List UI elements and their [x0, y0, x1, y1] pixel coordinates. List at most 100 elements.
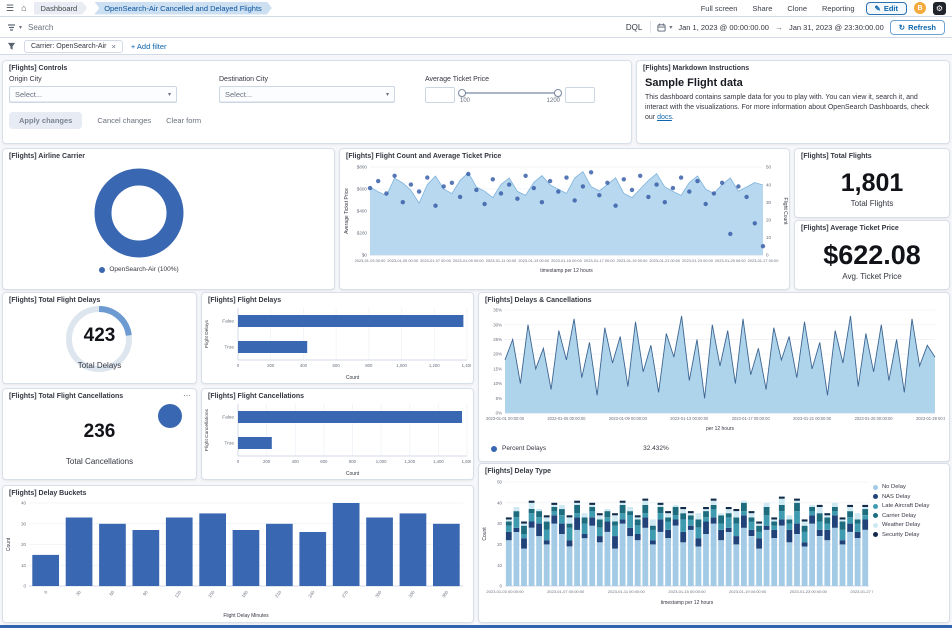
- svg-text:True: True: [224, 441, 234, 447]
- percent-delays-legend[interactable]: Percent Delays 32.432%: [479, 445, 949, 452]
- filter-icon[interactable]: [7, 42, 16, 51]
- svg-text:10: 10: [497, 563, 502, 568]
- home-icon[interactable]: ⌂: [21, 4, 26, 13]
- panel-title: [Flights] Flight Cancellations: [202, 389, 473, 401]
- edit-button[interactable]: ✎ Edit: [866, 2, 907, 15]
- svg-text:2023-01-03 00:00:00: 2023-01-03 00:00:00: [486, 589, 524, 594]
- apply-changes-button[interactable]: Apply changes: [9, 112, 82, 129]
- legend-item[interactable]: No Delay: [873, 484, 947, 490]
- svg-text:2023-01-17 00:00:00: 2023-01-17 00:00:00: [732, 416, 771, 421]
- chevron-down-icon: ▾: [19, 24, 22, 31]
- settings-icon[interactable]: ⚙: [933, 2, 946, 15]
- refresh-icon: ↻: [899, 23, 905, 32]
- query-language-button[interactable]: DQL: [626, 23, 642, 32]
- date-to[interactable]: Jan 31, 2023 @ 23:30:00.00: [789, 23, 884, 32]
- destination-city-select[interactable]: Select... ▾: [219, 86, 395, 103]
- legend-dot: [873, 494, 878, 499]
- search-input[interactable]: Search: [28, 23, 620, 32]
- price-min-input[interactable]: [425, 87, 455, 103]
- saved-query-icon[interactable]: ▾: [7, 23, 22, 32]
- legend-item[interactable]: NAS Delay: [873, 494, 947, 500]
- flight-delays-bar-chart[interactable]: 02004006008001,0001,2001,400FalseTrueCou…: [202, 305, 471, 381]
- svg-text:False: False: [222, 319, 234, 325]
- svg-text:330: 330: [407, 589, 416, 598]
- svg-text:2023-01-01 00:00:00: 2023-01-01 00:00:00: [486, 416, 525, 421]
- panel-menu-icon[interactable]: ⋯: [183, 391, 191, 400]
- svg-text:2023-01-03 00:00: 2023-01-03 00:00: [355, 258, 387, 263]
- slider-handle-max[interactable]: [554, 89, 562, 97]
- refresh-button[interactable]: ↻ Refresh: [890, 20, 945, 35]
- flight-cancellations-bar-chart[interactable]: 02004006008001,0001,2001,4001,600FalseTr…: [202, 401, 471, 477]
- svg-text:360: 360: [441, 589, 450, 598]
- svg-text:Flight Delays: Flight Delays: [204, 320, 210, 348]
- destination-city-label: Destination City: [219, 76, 395, 83]
- panel-title: [Flights] Delays & Cancellations: [479, 293, 949, 305]
- svg-text:30: 30: [497, 521, 502, 526]
- svg-text:300: 300: [374, 589, 383, 598]
- date-picker-button[interactable]: ▾: [657, 23, 672, 32]
- filter-bar: Carrier: OpenSearch-Air × + Add filter: [0, 38, 952, 55]
- svg-text:2023-01-23 00:00: 2023-01-23 00:00: [682, 258, 714, 263]
- panel-title: [Flights] Delay Buckets: [3, 486, 473, 498]
- add-filter-button[interactable]: + Add filter: [131, 42, 167, 51]
- full-screen-button[interactable]: Full screen: [701, 4, 738, 13]
- price-range-slider[interactable]: [460, 92, 560, 94]
- close-icon[interactable]: ×: [111, 42, 115, 51]
- clone-button[interactable]: Clone: [787, 4, 807, 13]
- date-from[interactable]: Jan 1, 2023 @ 00:00:00.00: [678, 23, 769, 32]
- price-max-input[interactable]: [565, 87, 595, 103]
- svg-text:2023-01-27 00:00: 2023-01-27 00:00: [748, 258, 780, 263]
- svg-text:30: 30: [766, 200, 772, 205]
- markdown-heading: Sample Flight data: [645, 77, 941, 89]
- clear-form-button[interactable]: Clear form: [166, 116, 201, 125]
- refresh-button-label: Refresh: [908, 23, 936, 32]
- flight-count-price-chart[interactable]: $0$200$400$600$800010203040502023-01-03 …: [340, 161, 789, 287]
- carrier-legend[interactable]: OpenSearch-Air (100%): [3, 266, 275, 273]
- svg-text:50: 50: [497, 480, 502, 485]
- svg-text:400: 400: [292, 459, 300, 464]
- legend-item[interactable]: Weather Delay: [873, 522, 947, 528]
- origin-city-value: Select...: [15, 90, 42, 99]
- total-flights-value: 1,801: [841, 171, 904, 196]
- docs-link[interactable]: docs: [657, 114, 672, 121]
- filter-chip-carrier[interactable]: Carrier: OpenSearch-Air ×: [24, 40, 123, 53]
- svg-text:10%: 10%: [493, 381, 502, 386]
- panel-total-flights: [Flights] Total Flights 1,801 Total Flig…: [794, 148, 950, 218]
- calendar-icon: [657, 23, 666, 32]
- legend-item[interactable]: Carrier Delay: [873, 513, 947, 519]
- chevron-down-icon: ▾: [386, 91, 389, 98]
- svg-text:2023-01-11 00:00: 2023-01-11 00:00: [486, 258, 517, 263]
- legend-label: Weather Delay: [882, 522, 920, 528]
- svg-text:Flight Count: Flight Count: [782, 198, 788, 226]
- svg-text:timestamp per 12 hours: timestamp per 12 hours: [540, 268, 593, 274]
- svg-text:False: False: [222, 415, 234, 421]
- delay-buckets-bar-chart[interactable]: 0102030400306090120150180210240270300330…: [3, 498, 471, 620]
- pencil-icon: ✎: [875, 4, 881, 13]
- avatar[interactable]: B: [914, 2, 926, 14]
- origin-city-label: Origin City: [9, 76, 177, 83]
- divider: [650, 21, 651, 33]
- reporting-button[interactable]: Reporting: [822, 4, 855, 13]
- svg-text:270: 270: [341, 589, 350, 598]
- airline-carrier-donut-chart[interactable]: [3, 161, 334, 266]
- delay-type-stacked-chart[interactable]: 010203040502023-01-03 00:00:002023-01-07…: [479, 476, 873, 620]
- svg-text:2023-01-05 00:00:00: 2023-01-05 00:00:00: [547, 416, 586, 421]
- origin-city-select[interactable]: Select... ▾: [9, 86, 177, 103]
- svg-text:2023-01-07 00:00: 2023-01-07 00:00: [420, 258, 452, 263]
- share-button[interactable]: Share: [752, 4, 772, 13]
- svg-text:timestamp per 12 hours: timestamp per 12 hours: [661, 600, 714, 606]
- legend-dot: [99, 267, 105, 273]
- legend-item[interactable]: Security Delay: [873, 532, 947, 538]
- legend-item[interactable]: Late Aircraft Delay: [873, 503, 947, 509]
- panel-delays-cancellations: [Flights] Delays & Cancellations 0%5%10%…: [478, 292, 950, 462]
- breadcrumb-dashboard[interactable]: Dashboard: [34, 2, 88, 15]
- menu-icon[interactable]: ☰: [6, 4, 14, 13]
- slider-handle-min[interactable]: [458, 89, 466, 97]
- cancel-changes-button[interactable]: Cancel changes: [97, 116, 151, 125]
- legend-dot: [873, 504, 878, 509]
- svg-text:800: 800: [365, 363, 373, 368]
- total-flights-label: Total Flights: [851, 199, 894, 208]
- legend-dot: [873, 532, 878, 537]
- svg-text:60: 60: [108, 589, 115, 596]
- delays-cancellations-area-chart[interactable]: 0%5%10%15%20%25%30%35%2023-01-01 00:00:0…: [479, 305, 945, 445]
